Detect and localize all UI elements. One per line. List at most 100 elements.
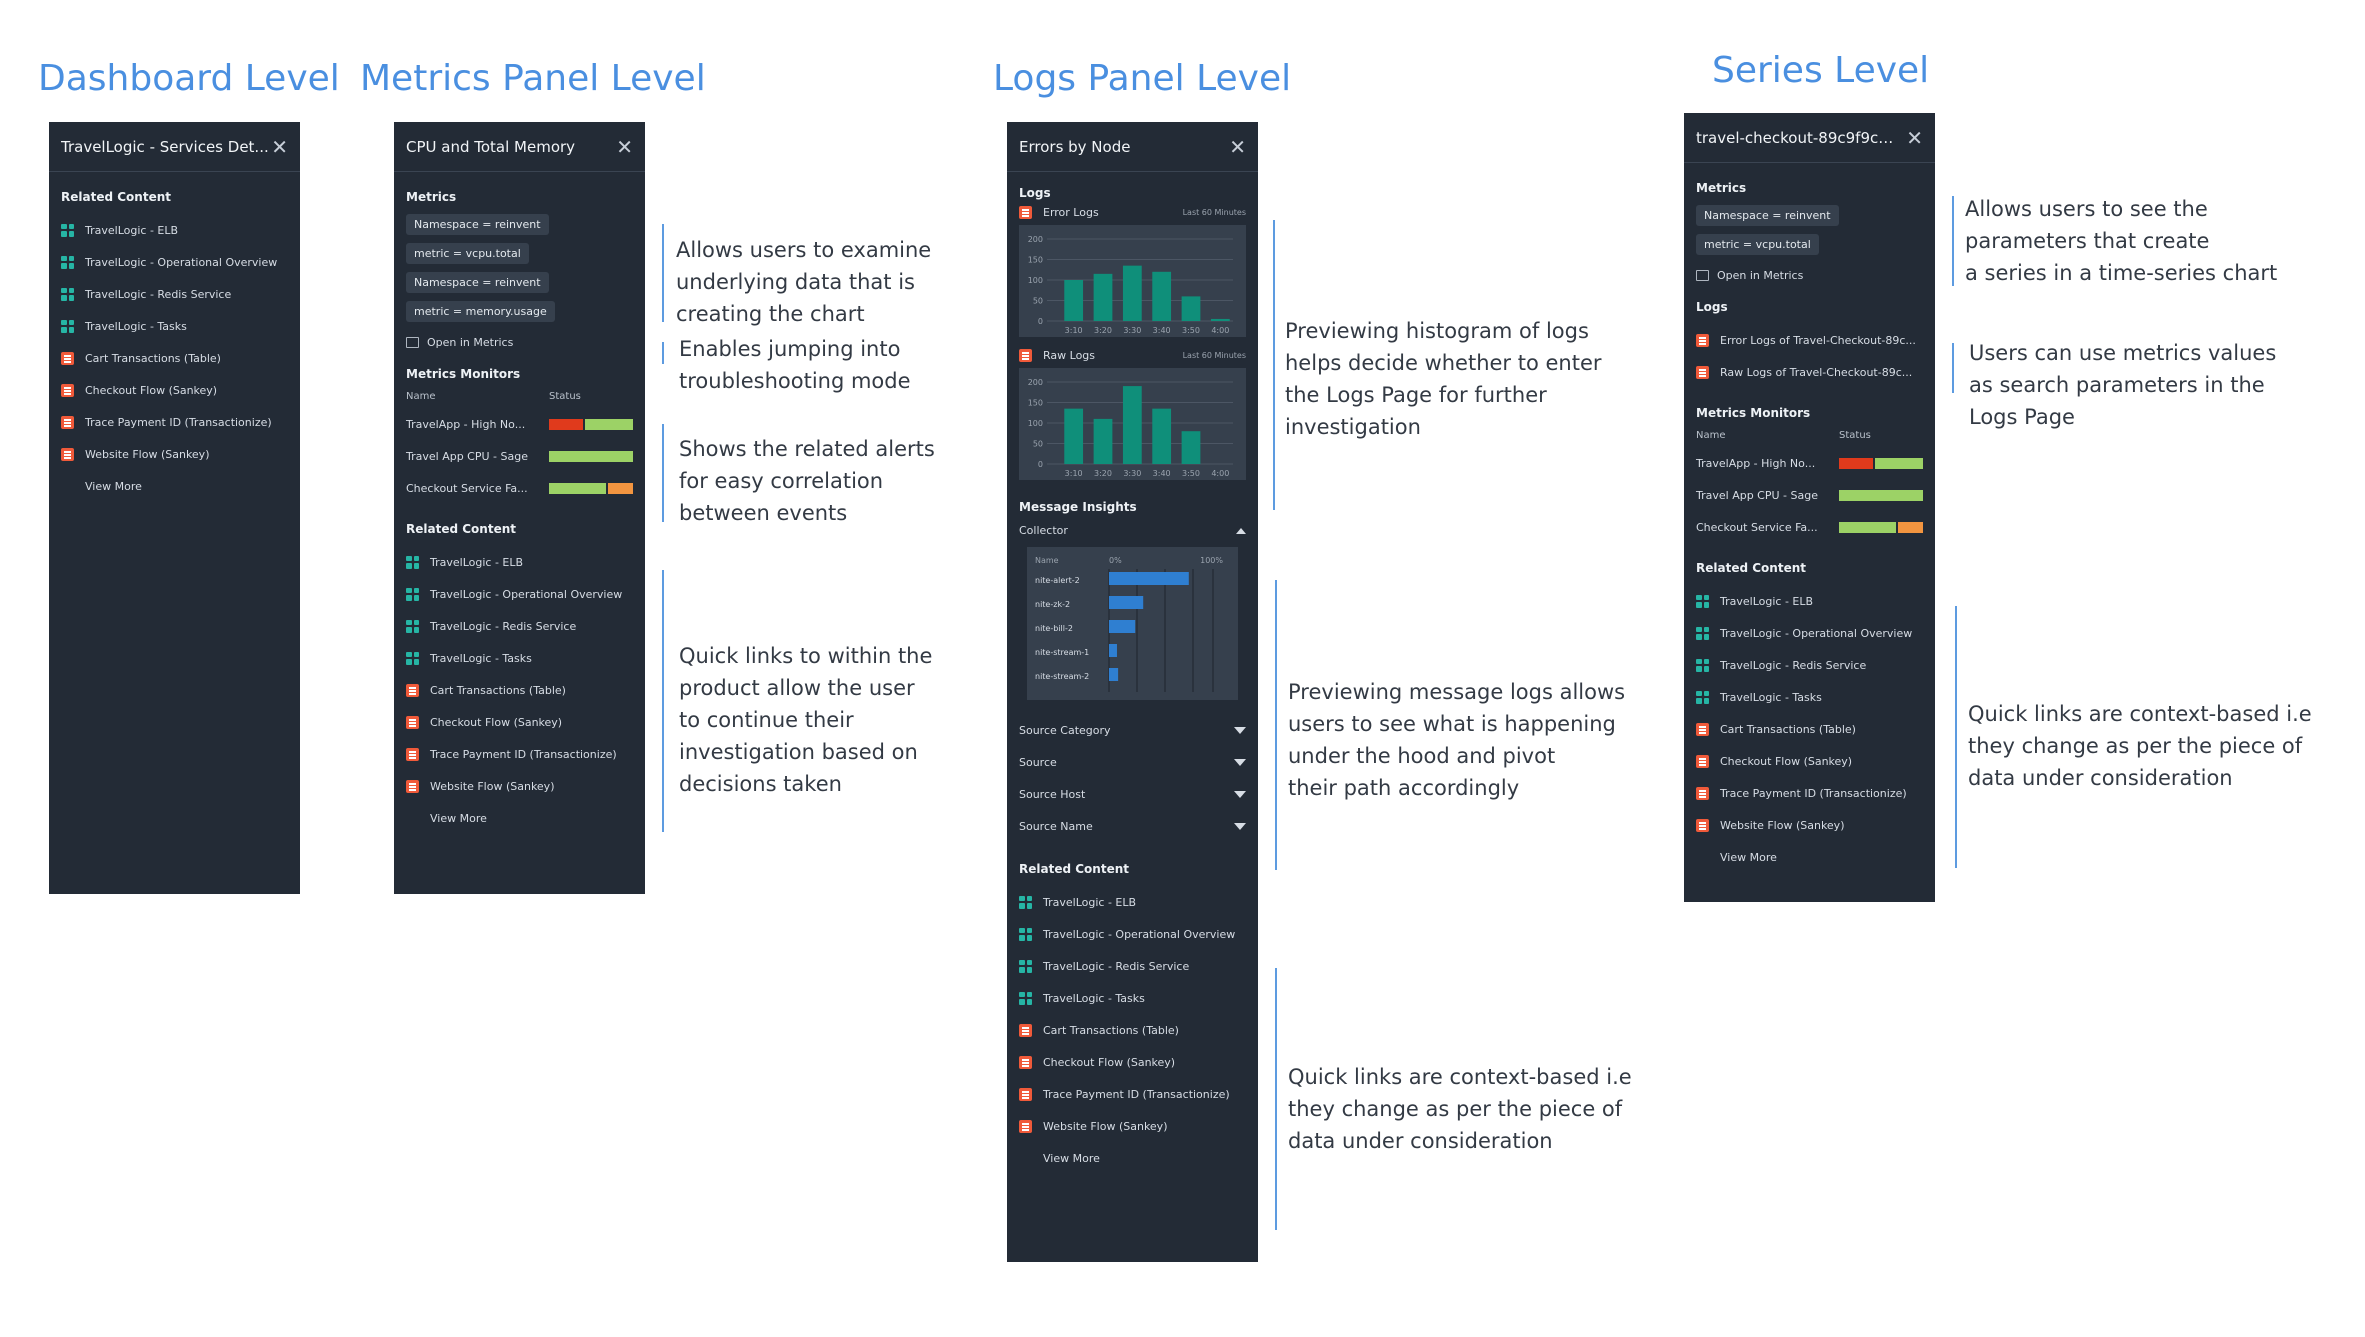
monitor-row[interactable]: Travel App CPU - Sage [406, 440, 633, 472]
related-item[interactable]: Checkout Flow (Sankey) [61, 374, 288, 406]
related-item[interactable]: Checkout Flow (Sankey) [406, 706, 633, 738]
monitor-name: Travel App CPU - Sage [406, 449, 528, 463]
metric-pill[interactable]: Namespace = reinvent [406, 272, 549, 293]
close-icon[interactable]: ✕ [1229, 135, 1246, 159]
related-item[interactable]: Checkout Flow (Sankey) [1696, 745, 1923, 777]
view-more-link[interactable]: View More [1696, 841, 1923, 873]
close-icon[interactable]: ✕ [616, 135, 633, 159]
related-item[interactable]: Cart Transactions (Table) [406, 674, 633, 706]
monitor-row[interactable]: TravelApp - High No... [1696, 447, 1923, 479]
related-item[interactable]: TravelLogic - Redis Service [1696, 649, 1923, 681]
metric-pill[interactable]: metric = memory.usage [406, 301, 555, 322]
related-item[interactable]: Website Flow (Sankey) [406, 770, 633, 802]
related-item[interactable]: TravelLogic - Operational Overview [61, 246, 288, 278]
dashboard-icon [406, 555, 419, 569]
dashboard-icon [1696, 594, 1709, 608]
related-item[interactable]: TravelLogic - Tasks [1019, 982, 1246, 1014]
collector-label: Collector [1019, 524, 1068, 537]
related-item[interactable]: Cart Transactions (Table) [1019, 1014, 1246, 1046]
raw-logs-row[interactable]: Raw Logs Last 60 Minutes [1019, 349, 1246, 362]
annotation-line-text: for easy correlation [679, 469, 884, 493]
monitor-row[interactable]: Travel App CPU - Sage [1696, 479, 1923, 511]
related-item[interactable]: Checkout Flow (Sankey) [1019, 1046, 1246, 1078]
open-in-metrics-link[interactable]: Open in Metrics [406, 336, 633, 349]
logs-panel-level-title: Logs Panel Level [993, 58, 1292, 99]
source-dropdown[interactable]: Source Category [1019, 714, 1246, 746]
panel-header: TravelLogic - Services Det... ✕ [49, 122, 300, 172]
view-more-link[interactable]: View More [406, 802, 633, 834]
related-item[interactable]: Website Flow (Sankey) [1019, 1110, 1246, 1142]
dashboard-icon [1019, 927, 1032, 941]
metric-pill[interactable]: metric = vcpu.total [406, 243, 529, 264]
metric-pill[interactable]: Namespace = reinvent [406, 214, 549, 235]
related-item[interactable]: TravelLogic - Redis Service [406, 610, 633, 642]
related-item[interactable]: Website Flow (Sankey) [1696, 809, 1923, 841]
related-list: TravelLogic - ELB TravelLogic - Operation… [1019, 886, 1246, 1142]
related-item[interactable]: TravelLogic - ELB [406, 546, 633, 578]
view-more-link[interactable]: View More [1019, 1142, 1246, 1174]
col-name: Name [1696, 430, 1726, 441]
related-item[interactable]: Cart Transactions (Table) [1696, 713, 1923, 745]
close-icon[interactable]: ✕ [1906, 126, 1923, 150]
log-search-icon [1019, 1055, 1032, 1069]
annotation-line-text: investigation [1285, 415, 1421, 439]
panel-title: travel-checkout-89c9f9cd... [1696, 128, 1901, 147]
view-more-link[interactable]: View More [61, 470, 288, 502]
related-item-label: TravelLogic - Tasks [430, 651, 532, 665]
close-icon[interactable]: ✕ [271, 135, 288, 159]
monitor-name: TravelApp - High No... [406, 417, 526, 431]
source-dropdown[interactable]: Source [1019, 746, 1246, 778]
log-search-icon [1696, 754, 1709, 768]
related-item[interactable]: Trace Payment ID (Transactionize) [1019, 1078, 1246, 1110]
related-item[interactable]: Trace Payment ID (Transactionize) [406, 738, 633, 770]
related-item-label: Trace Payment ID (Transactionize) [430, 747, 617, 761]
error-logs-row[interactable]: Error Logs Last 60 Minutes [1019, 206, 1246, 219]
source-dropdown[interactable]: Source Name [1019, 810, 1246, 842]
dashboard-icon [1019, 959, 1032, 973]
related-item[interactable]: Trace Payment ID (Transactionize) [61, 406, 288, 438]
monitor-name: Travel App CPU - Sage [1696, 488, 1818, 502]
related-item[interactable]: Website Flow (Sankey) [61, 438, 288, 470]
collector-toggle[interactable]: Collector [1019, 524, 1246, 537]
monitor-row[interactable]: TravelApp - High No... [406, 408, 633, 440]
monitor-row[interactable]: Checkout Service Fa... [406, 472, 633, 504]
related-item[interactable]: TravelLogic - Tasks [1696, 681, 1923, 713]
monitor-status-bar [1839, 457, 1923, 469]
chevron-down-icon [1234, 726, 1246, 734]
related-item-label: Checkout Flow (Sankey) [1720, 754, 1853, 768]
related-item[interactable]: TravelLogic - Redis Service [1019, 950, 1246, 982]
log-link-item[interactable]: Raw Logs of Travel-Checkout-89c... [1696, 356, 1923, 388]
related-item[interactable]: TravelLogic - Redis Service [61, 278, 288, 310]
dropdown-label: Source Category [1019, 723, 1111, 737]
monitor-row[interactable]: Checkout Service Fa... [1696, 511, 1923, 543]
log-link-item[interactable]: Error Logs of Travel-Checkout-89c... [1696, 324, 1923, 356]
annotation-line-text: Previewing message logs allows [1288, 680, 1626, 704]
related-item[interactable]: TravelLogic - ELB [61, 214, 288, 246]
source-dropdown[interactable]: Source Host [1019, 778, 1246, 810]
related-item[interactable]: TravelLogic - ELB [1019, 886, 1246, 918]
monitor-status-bar [1839, 521, 1923, 533]
status-green-segment [1839, 489, 1923, 501]
annotation-line-text: Shows the related alerts [679, 437, 935, 461]
related-item[interactable]: Cart Transactions (Table) [61, 342, 288, 374]
related-item[interactable]: TravelLogic - Tasks [61, 310, 288, 342]
annotation-line-text: Quick links to within the [679, 644, 933, 668]
open-in-metrics-link[interactable]: Open in Metrics [1696, 269, 1923, 282]
metric-pill[interactable]: metric = vcpu.total [1696, 234, 1819, 255]
related-item[interactable]: TravelLogic - Operational Overview [1696, 617, 1923, 649]
metric-pill[interactable]: Namespace = reinvent [1696, 205, 1839, 226]
message-source-label: nite-stream-1 [1035, 648, 1089, 657]
related-item[interactable]: Trace Payment ID (Transactionize) [1696, 777, 1923, 809]
related-item[interactable]: TravelLogic - Operational Overview [1019, 918, 1246, 950]
related-item-label: TravelLogic - Operational Overview [430, 587, 623, 601]
related-item[interactable]: TravelLogic - Operational Overview [406, 578, 633, 610]
x-tick-label: 3:10 [1065, 469, 1083, 478]
message-bar [1109, 620, 1136, 633]
dashboard-icon [1696, 658, 1709, 672]
related-item[interactable]: TravelLogic - Tasks [406, 642, 633, 674]
log-search-icon [406, 683, 419, 697]
y-tick-label: 0 [1038, 317, 1043, 326]
log-search-icon [1696, 333, 1709, 347]
related-item[interactable]: TravelLogic - ELB [1696, 585, 1923, 617]
logs-panel: Errors by Node ✕ Logs Error Logs Last 60… [1007, 122, 1258, 1262]
